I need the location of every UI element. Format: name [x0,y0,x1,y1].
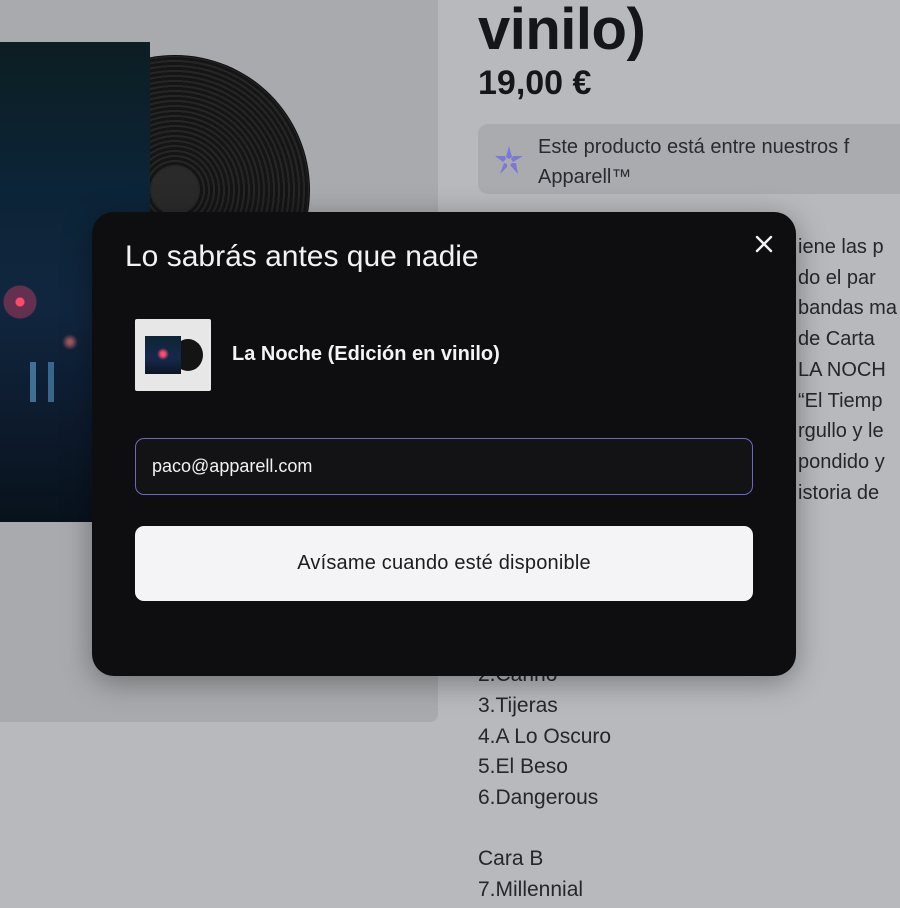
side-label: Cara B [478,846,544,870]
description-line: de Carta [798,328,875,351]
description-line: rgullo y le [798,420,884,443]
track-item: 5.El Beso [478,755,568,779]
modal-title: Lo sabrás antes que nadie [125,240,479,273]
close-button[interactable] [748,228,780,260]
description-line: “El Tiemp [798,389,883,412]
thumbnail-cover [145,336,181,374]
product-thumbnail [135,319,211,391]
sparkle-icon [495,146,523,174]
email-field[interactable] [135,438,753,495]
cover-detail [30,362,90,402]
notify-me-button[interactable]: Avísame cuando esté disponible [135,526,753,601]
track-item: 7.Millennial [478,877,584,901]
product-description: iene las p do el par bandas ma de Carta … [798,232,900,508]
description-line: do el par [798,266,876,289]
description-line: LA NOCH [798,358,886,381]
product-title: vinilo) [478,0,646,62]
track-item: 6.Dangerous [478,786,599,810]
modal-product-name: La Noche (Edición en vinilo) [232,343,500,365]
favorite-banner: Este producto está entre nuestros f Appa… [478,124,900,194]
favorite-text: Este producto está entre nuestros f Appa… [538,132,900,192]
track-gap [478,814,611,844]
tracklist: 2.Cariño 3.Tijeras 4.A Lo Oscuro 5.El Be… [478,660,611,906]
description-line: iene las p [798,236,884,258]
notify-modal: Lo sabrás antes que nadie La Noche (Edic… [92,212,796,676]
description-line: pondido y [798,450,885,473]
description-line: istoria de [798,481,880,504]
favorite-line: Este producto está entre nuestros f [538,136,850,158]
track-item: 4.A Lo Oscuro [478,724,612,748]
close-icon[interactable] [754,234,774,254]
product-price: 19,00 € [478,64,592,102]
favorite-line: Apparell™ [538,166,632,188]
description-line: bandas ma [798,297,897,320]
track-item: 3.Tijeras [478,693,558,717]
